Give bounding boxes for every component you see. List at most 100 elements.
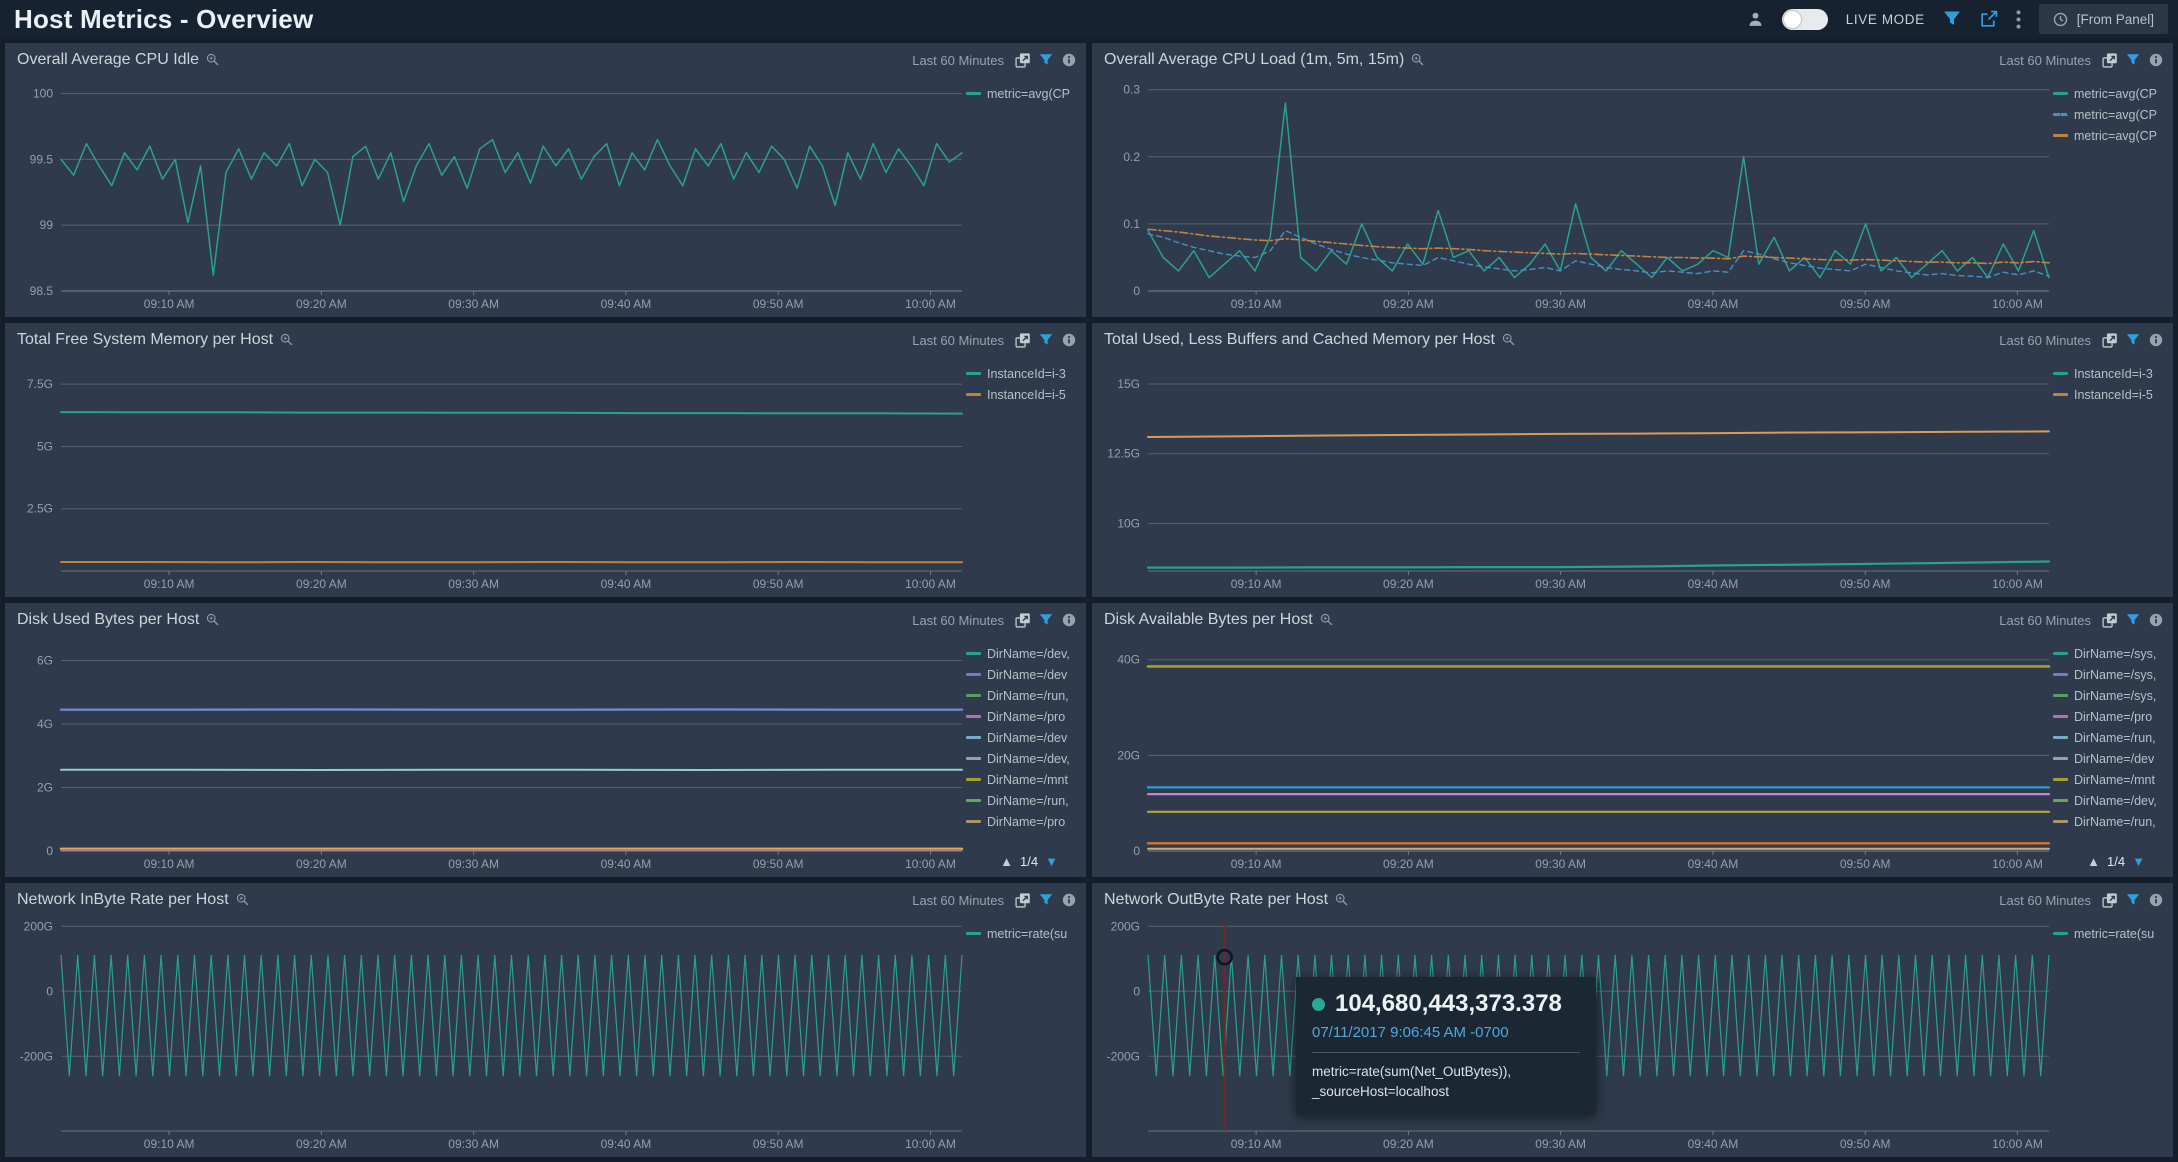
legend-item[interactable]: DirName=/sys, [2053, 647, 2171, 660]
open-in-new-icon[interactable] [2102, 893, 2117, 908]
time-range-label: Last 60 Minutes [1999, 613, 2091, 628]
legend-item[interactable]: DirName=/run, [966, 794, 1084, 807]
info-icon[interactable] [2149, 613, 2163, 627]
panel-filter-icon[interactable] [2126, 613, 2140, 627]
legend-item[interactable]: DirName=/dev, [966, 647, 1084, 660]
zoom-in-icon[interactable] [236, 893, 250, 907]
open-in-new-icon[interactable] [1015, 53, 1030, 68]
chart-free-memory[interactable]: 7.5G5G2.5G09:10 AM09:20 AM09:30 AM09:40 … [5, 353, 1086, 597]
open-in-new-icon[interactable] [1015, 893, 1030, 908]
chart-cpu-load[interactable]: 0.30.20.1009:10 AM09:20 AM09:30 AM09:40 … [1092, 73, 2173, 317]
legend-item[interactable]: DirName=/pro [2053, 710, 2171, 723]
user-icon[interactable] [1747, 11, 1764, 28]
zoom-in-icon[interactable] [1335, 893, 1349, 907]
open-in-new-icon[interactable] [1015, 613, 1030, 628]
info-icon[interactable] [1062, 613, 1076, 627]
panel-filter-icon[interactable] [1039, 893, 1053, 907]
legend-item[interactable]: DirName=/pro [966, 710, 1084, 723]
legend-swatch [2053, 652, 2068, 655]
legend-item[interactable]: DirName=/pro [966, 815, 1084, 828]
panel-filter-icon[interactable] [1039, 333, 1053, 347]
svg-text:2.5G: 2.5G [27, 502, 53, 516]
from-panel-label: [From Panel] [2077, 12, 2154, 27]
open-in-new-icon[interactable] [2102, 53, 2117, 68]
legend-item[interactable]: metric=avg(CP [2053, 87, 2171, 100]
share-icon[interactable] [1979, 10, 1998, 29]
panel-filter-icon[interactable] [2126, 893, 2140, 907]
zoom-in-icon[interactable] [206, 53, 220, 67]
svg-text:10:00 AM: 10:00 AM [905, 577, 956, 591]
zoom-in-icon[interactable] [280, 333, 294, 347]
svg-text:200G: 200G [24, 919, 53, 933]
open-in-new-icon[interactable] [1015, 333, 1030, 348]
panel-filter-icon[interactable] [2126, 53, 2140, 67]
top-bar-controls: LIVE MODE [From Panel] [1747, 4, 2168, 34]
legend-item[interactable]: InstanceId=i-5 [2053, 388, 2171, 401]
pager-up-icon[interactable]: ▲ [2087, 854, 2100, 869]
info-icon[interactable] [1062, 333, 1076, 347]
chart-network-in[interactable]: 200G0-200G09:10 AM09:20 AM09:30 AM09:40 … [5, 913, 1086, 1157]
panel-total-used-memory: Total Used, Less Buffers and Cached Memo… [1092, 323, 2173, 597]
legend-item[interactable]: DirName=/sys, [2053, 689, 2171, 702]
legend-item[interactable]: DirName=/sys, [2053, 668, 2171, 681]
pager-up-icon[interactable]: ▲ [1000, 854, 1013, 869]
legend-item[interactable]: InstanceId=i-3 [2053, 367, 2171, 380]
svg-text:0: 0 [1133, 844, 1140, 858]
legend-item[interactable]: metric=rate(su [2053, 927, 2171, 940]
svg-text:09:50 AM: 09:50 AM [753, 577, 804, 591]
pager-down-icon[interactable]: ▼ [2132, 854, 2145, 869]
svg-text:10G: 10G [1117, 517, 1140, 531]
panel-disk-available-bytes: Disk Available Bytes per Host Last 60 Mi… [1092, 603, 2173, 877]
panel-header: Network InByte Rate per Host Last 60 Min… [5, 883, 1086, 913]
chart-disk-available[interactable]: 40G20G009:10 AM09:20 AM09:30 AM09:40 AM0… [1092, 633, 2173, 877]
legend-item[interactable]: InstanceId=i-3 [966, 367, 1084, 380]
filter-icon[interactable] [1943, 10, 1961, 28]
chart-used-memory[interactable]: 15G12.5G10G09:10 AM09:20 AM09:30 AM09:40… [1092, 353, 2173, 597]
legend-item[interactable]: DirName=/dev, [2053, 794, 2171, 807]
legend-label: InstanceId=i-5 [2074, 388, 2153, 402]
info-icon[interactable] [1062, 53, 1076, 67]
zoom-in-icon[interactable] [1502, 333, 1516, 347]
time-range-label: Last 60 Minutes [1999, 53, 2091, 68]
chart-cpu-idle[interactable]: 10099.59998.509:10 AM09:20 AM09:30 AM09:… [5, 73, 1086, 317]
legend-label: metric=rate(su [2074, 927, 2154, 941]
info-icon[interactable] [2149, 893, 2163, 907]
legend-item[interactable]: DirName=/mnt [2053, 773, 2171, 786]
panel-filter-icon[interactable] [1039, 613, 1053, 627]
legend-item[interactable]: DirName=/dev [2053, 752, 2171, 765]
from-panel-button[interactable]: [From Panel] [2039, 4, 2168, 34]
info-icon[interactable] [2149, 53, 2163, 67]
pager-down-icon[interactable]: ▼ [1045, 854, 1058, 869]
legend-item[interactable]: metric=rate(su [966, 927, 1084, 940]
zoom-in-icon[interactable] [206, 613, 220, 627]
open-in-new-icon[interactable] [2102, 613, 2117, 628]
info-icon[interactable] [2149, 333, 2163, 347]
svg-text:10:00 AM: 10:00 AM [905, 297, 956, 311]
legend-item[interactable]: metric=avg(CP [2053, 129, 2171, 142]
svg-text:09:10 AM: 09:10 AM [144, 857, 195, 871]
legend-item[interactable]: InstanceId=i-5 [966, 388, 1084, 401]
legend-item[interactable]: DirName=/mnt [966, 773, 1084, 786]
legend-item[interactable]: DirName=/run, [966, 689, 1084, 702]
legend-item[interactable]: DirName=/dev, [966, 752, 1084, 765]
svg-text:100: 100 [33, 87, 53, 101]
zoom-in-icon[interactable] [1411, 53, 1425, 67]
kebab-menu-icon[interactable] [2016, 10, 2021, 29]
legend-item[interactable]: metric=avg(CP [2053, 108, 2171, 121]
live-mode-toggle[interactable] [1782, 9, 1828, 30]
open-in-new-icon[interactable] [2102, 333, 2117, 348]
chart-network-out[interactable]: 200G0-200G09:10 AM09:20 AM09:30 AM09:40 … [1092, 913, 2173, 1157]
legend-item[interactable]: DirName=/dev [966, 731, 1084, 744]
chart-disk-used[interactable]: 6G4G2G009:10 AM09:20 AM09:30 AM09:40 AM0… [5, 633, 1086, 877]
legend-item[interactable]: metric=avg(CP [966, 87, 1084, 100]
panel-filter-icon[interactable] [2126, 333, 2140, 347]
legend-item[interactable]: DirName=/run, [2053, 815, 2171, 828]
info-icon[interactable] [1062, 893, 1076, 907]
legend-item[interactable]: DirName=/run, [2053, 731, 2171, 744]
panel-filter-icon[interactable] [1039, 53, 1053, 67]
zoom-in-icon[interactable] [1320, 613, 1334, 627]
legend-swatch [2053, 673, 2068, 676]
legend-item[interactable]: DirName=/dev [966, 668, 1084, 681]
tooltip-divider [1312, 1052, 1580, 1053]
time-range-label: Last 60 Minutes [1999, 893, 2091, 908]
